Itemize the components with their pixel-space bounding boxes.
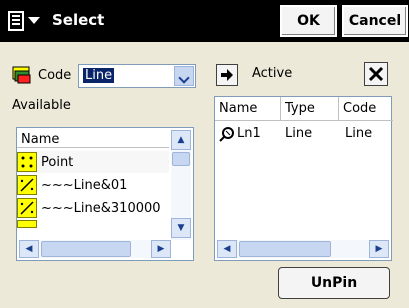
scroll-thumb[interactable] [41, 241, 131, 257]
scroll-thumb[interactable] [172, 152, 190, 166]
scroll-down-button[interactable]: ▼ [171, 218, 191, 238]
active-type-header[interactable]: Type [281, 97, 339, 121]
cell-code: Line [345, 126, 373, 141]
scroll-up-button[interactable]: ▲ [171, 130, 191, 150]
ok-button[interactable]: OK [280, 5, 337, 37]
cell-name: Ln1 [237, 126, 261, 141]
code-label: Code [38, 68, 72, 83]
list-item-label: ~~~Line&310000 [41, 200, 161, 216]
scroll-right-button[interactable]: ▶ [369, 240, 389, 258]
active-label: Active [252, 66, 293, 81]
active-code-header[interactable]: Code [339, 97, 393, 121]
scroll-thumb[interactable] [239, 241, 331, 257]
remove-button[interactable] [364, 62, 388, 86]
available-list[interactable]: Name Point ~~~Line&01 ~~~Line&310000 ▲ ▼… [16, 127, 194, 261]
list-item[interactable]: ~~~Line&01 [17, 174, 169, 196]
menu-dropdown-button[interactable] [4, 8, 48, 34]
list-item-label: ~~~Line&01 [41, 177, 128, 193]
line-code-icon [17, 198, 37, 218]
close-icon [368, 66, 384, 82]
cell-type: Line [285, 126, 313, 141]
available-horizontal-scrollbar[interactable]: ◀ ▶ [19, 240, 171, 258]
active-list[interactable]: Name Type Code Ln1 Line Line ◀ ▶ [214, 96, 393, 261]
move-to-active-button[interactable] [216, 64, 238, 86]
list-item[interactable]: Point [17, 151, 169, 173]
unpin-button[interactable]: UnPin [278, 267, 390, 299]
scroll-left-button[interactable]: ◀ [19, 240, 39, 258]
chevron-down-icon[interactable] [174, 66, 194, 86]
available-vertical-scrollbar[interactable]: ▲ ▼ [171, 130, 191, 240]
scroll-right-button[interactable]: ▶ [151, 240, 171, 258]
table-row[interactable]: Ln1 Line Line [215, 123, 393, 145]
code-select[interactable]: Line [78, 64, 196, 88]
line-code-icon [17, 175, 37, 195]
code-select-value: Line [83, 68, 115, 83]
pin-icon [219, 126, 235, 142]
list-item[interactable]: ~~~Line&310000 [17, 197, 169, 219]
line-code-icon [17, 220, 37, 228]
list-item-label: Point [41, 154, 74, 170]
list-item-partial [17, 220, 169, 228]
point-code-icon [17, 152, 37, 172]
active-name-header[interactable]: Name [215, 97, 281, 121]
active-horizontal-scrollbar[interactable]: ◀ ▶ [217, 240, 389, 258]
cancel-button[interactable]: Cancel [342, 5, 408, 37]
scroll-left-button[interactable]: ◀ [217, 240, 237, 258]
menu-icon [8, 11, 24, 31]
code-layers-icon [12, 66, 32, 84]
available-label: Available [12, 98, 71, 113]
arrow-right-icon [221, 69, 233, 81]
window-title: Select [52, 11, 105, 29]
chevron-down-icon [28, 17, 40, 24]
available-name-header[interactable]: Name [17, 128, 169, 148]
